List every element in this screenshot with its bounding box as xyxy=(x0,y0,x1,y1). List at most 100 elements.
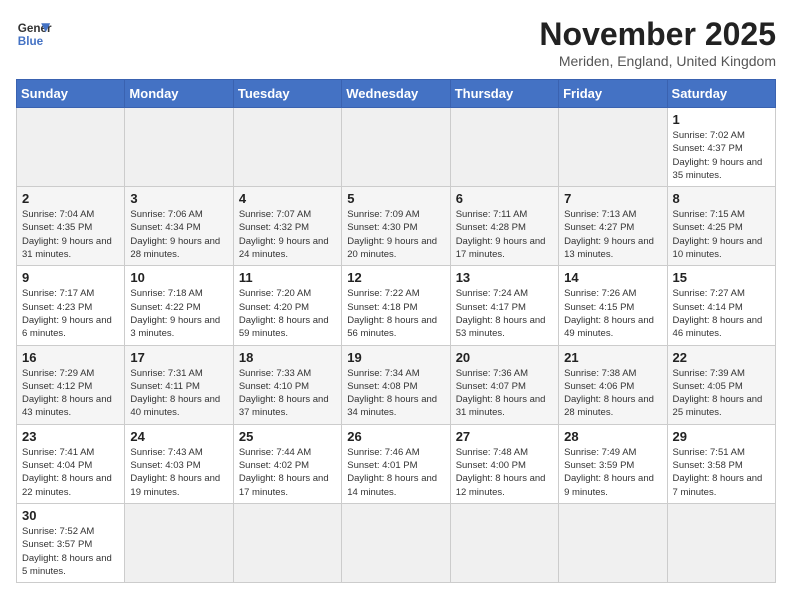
calendar-cell: 9 Sunrise: 7:17 AM Sunset: 4:23 PM Daylig… xyxy=(17,266,125,345)
day-number: 11 xyxy=(239,270,336,285)
calendar-cell: 6Sunrise: 7:11 AM Sunset: 4:28 PM Daylig… xyxy=(450,187,558,266)
day-number: 1 xyxy=(673,112,770,127)
calendar-cell: 30 Sunrise: 7:52 AM Sunset: 3:57 PM Dayli… xyxy=(17,503,125,582)
week-row-2: 2Sunrise: 7:04 AM Sunset: 4:35 PM Daylig… xyxy=(17,187,776,266)
calendar-cell: 19 Sunrise: 7:34 AM Sunset: 4:08 PM Dayli… xyxy=(342,345,450,424)
day-info: Sunrise: 7:34 AM Sunset: 4:08 PM Dayligh… xyxy=(347,367,444,420)
day-info: Sunrise: 7:20 AM Sunset: 4:20 PM Dayligh… xyxy=(239,287,336,340)
calendar-cell xyxy=(125,108,233,187)
day-number: 15 xyxy=(673,270,770,285)
day-number: 19 xyxy=(347,350,444,365)
week-row-4: 16 Sunrise: 7:29 AM Sunset: 4:12 PM Dayli… xyxy=(17,345,776,424)
calendar-cell: 5Sunrise: 7:09 AM Sunset: 4:30 PM Daylig… xyxy=(342,187,450,266)
day-number: 13 xyxy=(456,270,553,285)
calendar-cell: 2Sunrise: 7:04 AM Sunset: 4:35 PM Daylig… xyxy=(17,187,125,266)
calendar-cell: 11 Sunrise: 7:20 AM Sunset: 4:20 PM Dayli… xyxy=(233,266,341,345)
day-number: 21 xyxy=(564,350,661,365)
calendar-cell xyxy=(342,503,450,582)
week-row-3: 9 Sunrise: 7:17 AM Sunset: 4:23 PM Daylig… xyxy=(17,266,776,345)
day-number: 18 xyxy=(239,350,336,365)
week-row-1: 1 Sunrise: 7:02 AM Sunset: 4:37 PM Daylig… xyxy=(17,108,776,187)
calendar-cell: 21 Sunrise: 7:38 AM Sunset: 4:06 PM Dayli… xyxy=(559,345,667,424)
calendar-cell: 26Sunrise: 7:46 AM Sunset: 4:01 PM Dayli… xyxy=(342,424,450,503)
calendar-cell: 27 Sunrise: 7:48 AM Sunset: 4:00 PM Dayli… xyxy=(450,424,558,503)
calendar-cell xyxy=(450,503,558,582)
day-number: 6 xyxy=(456,191,553,206)
day-number: 7 xyxy=(564,191,661,206)
day-number: 27 xyxy=(456,429,553,444)
weekday-header-thursday: Thursday xyxy=(450,80,558,108)
calendar-cell: 10 Sunrise: 7:18 AM Sunset: 4:22 PM Dayli… xyxy=(125,266,233,345)
calendar-cell xyxy=(342,108,450,187)
day-number: 24 xyxy=(130,429,227,444)
day-number: 25 xyxy=(239,429,336,444)
day-info: Sunrise: 7:43 AM Sunset: 4:03 PM Dayligh… xyxy=(130,446,227,499)
week-row-6: 30 Sunrise: 7:52 AM Sunset: 3:57 PM Dayli… xyxy=(17,503,776,582)
day-info: Sunrise: 7:09 AM Sunset: 4:30 PM Dayligh… xyxy=(347,208,444,261)
day-number: 9 xyxy=(22,270,119,285)
weekday-header-saturday: Saturday xyxy=(667,80,775,108)
day-info: Sunrise: 7:17 AM Sunset: 4:23 PM Dayligh… xyxy=(22,287,119,340)
calendar-cell: 7 Sunrise: 7:13 AM Sunset: 4:27 PM Daylig… xyxy=(559,187,667,266)
calendar-cell: 16 Sunrise: 7:29 AM Sunset: 4:12 PM Dayli… xyxy=(17,345,125,424)
calendar-cell: 17 Sunrise: 7:31 AM Sunset: 4:11 PM Dayli… xyxy=(125,345,233,424)
day-number: 30 xyxy=(22,508,119,523)
day-info: Sunrise: 7:15 AM Sunset: 4:25 PM Dayligh… xyxy=(673,208,770,261)
day-info: Sunrise: 7:49 AM Sunset: 3:59 PM Dayligh… xyxy=(564,446,661,499)
weekday-header-monday: Monday xyxy=(125,80,233,108)
day-info: Sunrise: 7:41 AM Sunset: 4:04 PM Dayligh… xyxy=(22,446,119,499)
calendar-cell xyxy=(450,108,558,187)
calendar-cell: 25 Sunrise: 7:44 AM Sunset: 4:02 PM Dayli… xyxy=(233,424,341,503)
weekday-header-tuesday: Tuesday xyxy=(233,80,341,108)
calendar-cell: 14 Sunrise: 7:26 AM Sunset: 4:15 PM Dayli… xyxy=(559,266,667,345)
day-info: Sunrise: 7:38 AM Sunset: 4:06 PM Dayligh… xyxy=(564,367,661,420)
calendar-cell xyxy=(233,503,341,582)
calendar-cell xyxy=(559,503,667,582)
day-info: Sunrise: 7:52 AM Sunset: 3:57 PM Dayligh… xyxy=(22,525,119,578)
day-info: Sunrise: 7:26 AM Sunset: 4:15 PM Dayligh… xyxy=(564,287,661,340)
month-title: November 2025 xyxy=(539,16,776,53)
calendar-cell: 4Sunrise: 7:07 AM Sunset: 4:32 PM Daylig… xyxy=(233,187,341,266)
day-info: Sunrise: 7:02 AM Sunset: 4:37 PM Dayligh… xyxy=(673,129,770,182)
day-info: Sunrise: 7:13 AM Sunset: 4:27 PM Dayligh… xyxy=(564,208,661,261)
day-number: 3 xyxy=(130,191,227,206)
day-number: 17 xyxy=(130,350,227,365)
weekday-header-row: SundayMondayTuesdayWednesdayThursdayFrid… xyxy=(17,80,776,108)
day-number: 29 xyxy=(673,429,770,444)
calendar-cell xyxy=(233,108,341,187)
day-info: Sunrise: 7:48 AM Sunset: 4:00 PM Dayligh… xyxy=(456,446,553,499)
weekday-header-sunday: Sunday xyxy=(17,80,125,108)
calendar-cell: 18Sunrise: 7:33 AM Sunset: 4:10 PM Dayli… xyxy=(233,345,341,424)
day-info: Sunrise: 7:24 AM Sunset: 4:17 PM Dayligh… xyxy=(456,287,553,340)
day-number: 4 xyxy=(239,191,336,206)
header: General Blue November 2025 Meriden, Engl… xyxy=(16,16,776,69)
calendar-cell: 29 Sunrise: 7:51 AM Sunset: 3:58 PM Dayli… xyxy=(667,424,775,503)
day-number: 10 xyxy=(130,270,227,285)
day-number: 28 xyxy=(564,429,661,444)
calendar-cell: 1 Sunrise: 7:02 AM Sunset: 4:37 PM Daylig… xyxy=(667,108,775,187)
calendar-cell: 12Sunrise: 7:22 AM Sunset: 4:18 PM Dayli… xyxy=(342,266,450,345)
calendar-cell: 3Sunrise: 7:06 AM Sunset: 4:34 PM Daylig… xyxy=(125,187,233,266)
calendar-cell xyxy=(667,503,775,582)
day-info: Sunrise: 7:36 AM Sunset: 4:07 PM Dayligh… xyxy=(456,367,553,420)
title-area: November 2025 Meriden, England, United K… xyxy=(539,16,776,69)
weekday-header-wednesday: Wednesday xyxy=(342,80,450,108)
day-info: Sunrise: 7:29 AM Sunset: 4:12 PM Dayligh… xyxy=(22,367,119,420)
day-info: Sunrise: 7:31 AM Sunset: 4:11 PM Dayligh… xyxy=(130,367,227,420)
calendar: SundayMondayTuesdayWednesdayThursdayFrid… xyxy=(16,79,776,583)
day-number: 14 xyxy=(564,270,661,285)
day-info: Sunrise: 7:22 AM Sunset: 4:18 PM Dayligh… xyxy=(347,287,444,340)
calendar-cell: 15Sunrise: 7:27 AM Sunset: 4:14 PM Dayli… xyxy=(667,266,775,345)
day-info: Sunrise: 7:44 AM Sunset: 4:02 PM Dayligh… xyxy=(239,446,336,499)
day-info: Sunrise: 7:51 AM Sunset: 3:58 PM Dayligh… xyxy=(673,446,770,499)
day-number: 16 xyxy=(22,350,119,365)
calendar-cell xyxy=(125,503,233,582)
weekday-header-friday: Friday xyxy=(559,80,667,108)
calendar-cell xyxy=(17,108,125,187)
svg-text:Blue: Blue xyxy=(18,35,44,48)
day-info: Sunrise: 7:18 AM Sunset: 4:22 PM Dayligh… xyxy=(130,287,227,340)
calendar-cell: 8Sunrise: 7:15 AM Sunset: 4:25 PM Daylig… xyxy=(667,187,775,266)
calendar-cell: 20Sunrise: 7:36 AM Sunset: 4:07 PM Dayli… xyxy=(450,345,558,424)
day-info: Sunrise: 7:04 AM Sunset: 4:35 PM Dayligh… xyxy=(22,208,119,261)
day-number: 22 xyxy=(673,350,770,365)
